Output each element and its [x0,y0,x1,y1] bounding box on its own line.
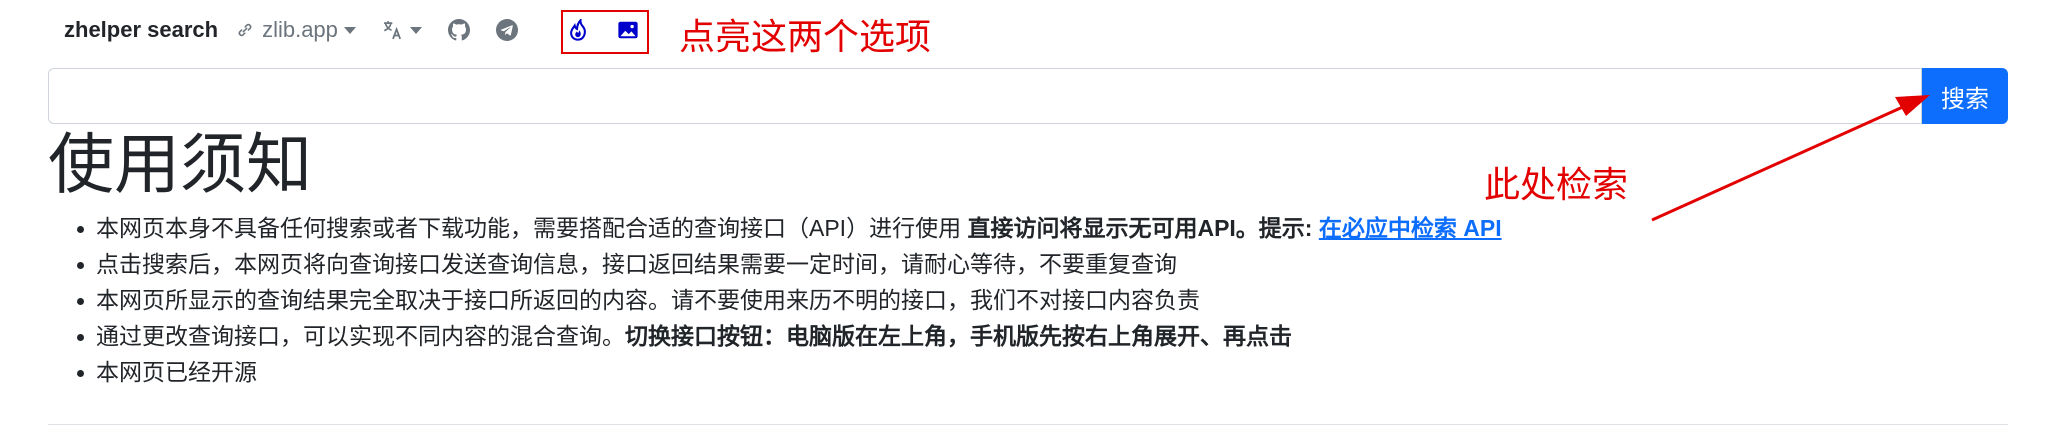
telegram-link[interactable] [495,19,518,41]
source-dropdown[interactable]: zlib.app [234,17,356,43]
chevron-down-icon [343,26,356,34]
search-input[interactable] [48,68,1922,124]
github-link[interactable] [447,19,470,41]
search-annotation-text: 此处检索 [1484,164,1629,205]
list-item: 本网页本身不具备任何搜索或者下载功能，需要搭配合适的查询接口（API）进行使用 … [77,210,1502,246]
page-title: 使用须知 [48,127,312,201]
bing-api-link[interactable]: 在必应中检索 API [1319,215,1502,241]
list-item: 本网页已经开源 [77,354,257,390]
translate-icon [382,19,404,41]
chevron-down-icon [409,26,422,34]
image-icon[interactable] [617,19,639,41]
github-icon [447,19,470,41]
top-nav: zhelper search zlib.app [64,10,544,50]
source-label: zlib.app [262,17,338,42]
telegram-icon [495,19,518,41]
list-item: 本网页所显示的查询结果完全取决于接口所返回的内容。请不要使用来历不明的接口，我们… [77,282,1200,318]
divider [48,424,2008,425]
brand-title[interactable]: zhelper search [64,17,218,43]
search-button[interactable]: 搜索 [1922,68,2008,124]
link-icon [234,19,256,41]
list-item: 通过更改查询接口，可以实现不同内容的混合查询。切换接口按钮：电脑版在左上角，手机… [77,318,1292,354]
note-emphasis: 直接访问将显示无可用API。提示: [967,215,1319,241]
language-dropdown[interactable] [382,19,422,41]
fire-icon[interactable] [567,17,589,41]
highlight-annotation-text: 点亮这两个选项 [679,16,932,57]
list-item: 点击搜索后，本网页将向查询接口发送查询信息，接口返回结果需要一定时间，请耐心等待… [77,246,1177,282]
note-emphasis: 切换接口按钮：电脑版在左上角，手机版先按右上角展开、再点击 [625,323,1292,349]
